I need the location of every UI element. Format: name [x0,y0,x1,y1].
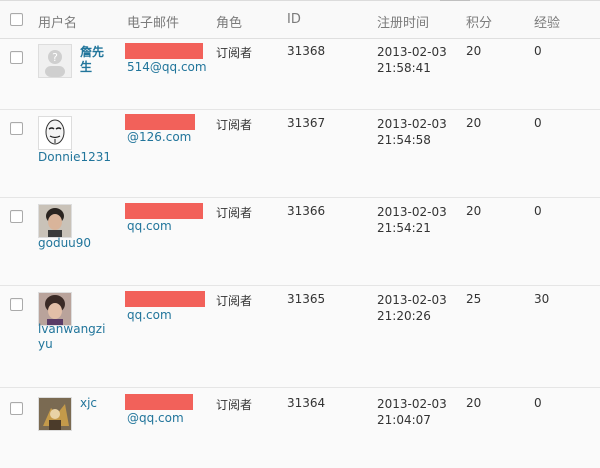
photo-avatar-icon[interactable] [38,204,72,238]
username-link[interactable]: 詹先生 [80,45,106,75]
id-cell: 31364 [287,396,326,410]
registered-cell: 2013-02-03 21:54:21 [377,204,447,236]
registered-date: 2013-02-03 [377,117,447,131]
default-avatar-icon[interactable]: ? [38,44,72,78]
registered-time: 21:54:58 [377,133,431,147]
header-role: 角色 [216,16,243,31]
points-cell: 20 [466,116,482,130]
experience-cell: 30 [534,292,550,306]
id-cell: 31366 [287,204,326,218]
users-table: 用户名 电子邮件 角色 ID 注册时间 积分 经验 ? 詹先生 514@qq.c… [0,0,600,468]
header-experience[interactable]: 经验 [534,12,560,31]
experience-cell: 0 [534,44,542,58]
role-cell: 订阅者 [216,398,253,412]
photo-avatar-icon[interactable] [38,292,72,326]
registered-time: 21:04:07 [377,413,431,427]
registered-date: 2013-02-03 [377,397,447,411]
row-checkbox[interactable] [10,402,23,415]
table-row: goduu90 qq.com 订阅者 31366 2013-02-03 21:5… [0,198,600,286]
email-link[interactable]: 514@qq.com [127,60,207,74]
registered-cell: 2013-02-03 21:54:58 [377,116,447,148]
table-row: lvanwangziyu qq.com 订阅者 31365 2013-02-03… [0,286,600,388]
username-link[interactable]: Donnie1231 [38,150,111,165]
redacted-email-block [125,203,203,219]
redacted-email-block [125,114,195,130]
username-link[interactable]: xjc [80,396,97,411]
header-username[interactable]: 用户名 [38,12,77,31]
id-cell: 31365 [287,292,326,306]
role-cell: 订阅者 [216,46,253,60]
header-id[interactable]: ID [287,12,301,27]
mask-avatar-icon[interactable] [38,116,72,150]
row-checkbox[interactable] [10,298,23,311]
registered-date: 2013-02-03 [377,205,447,219]
registered-cell: 2013-02-03 21:20:26 [377,292,447,324]
registered-date: 2013-02-03 [377,293,447,307]
header-registered[interactable]: 注册时间 [377,12,429,31]
email-link[interactable]: @126.com [127,130,191,144]
registered-time: 21:58:41 [377,61,431,75]
game-avatar-icon[interactable] [38,397,72,431]
table-row: ? 詹先生 514@qq.com 订阅者 31368 2013-02-03 21… [0,39,600,110]
header-points[interactable]: 积分 [466,12,492,31]
experience-cell: 0 [534,116,542,130]
email-link[interactable]: qq.com [127,219,172,233]
table-header: 用户名 电子邮件 角色 ID 注册时间 积分 经验 [0,1,600,39]
registered-date: 2013-02-03 [377,45,447,59]
row-checkbox[interactable] [10,210,23,223]
role-cell: 订阅者 [216,118,253,132]
table-row: Donnie1231 @126.com 订阅者 31367 2013-02-03… [0,110,600,198]
redacted-email-block [125,291,205,307]
select-all-checkbox[interactable] [10,13,23,26]
row-checkbox[interactable] [10,122,23,135]
experience-cell: 0 [534,204,542,218]
email-link[interactable]: @qq.com [127,411,184,425]
experience-cell: 0 [534,396,542,410]
points-cell: 20 [466,396,482,410]
role-cell: 订阅者 [216,206,253,220]
id-cell: 31367 [287,116,326,130]
registered-cell: 2013-02-03 21:58:41 [377,44,447,76]
table-row: xjc @qq.com 订阅者 31364 2013-02-03 21:04:0… [0,388,600,468]
points-cell: 20 [466,204,482,218]
username-link[interactable]: lvanwangziyu [38,322,112,352]
username-link[interactable]: goduu90 [38,236,91,251]
header-email[interactable]: 电子邮件 [127,12,179,31]
svg-text:?: ? [52,51,58,64]
points-cell: 25 [466,292,482,306]
redacted-email-block [125,394,193,410]
role-cell: 订阅者 [216,294,253,308]
email-link[interactable]: qq.com [127,308,172,322]
registered-time: 21:20:26 [377,309,431,323]
row-checkbox[interactable] [10,51,23,64]
id-cell: 31368 [287,44,326,58]
registered-time: 21:54:21 [377,221,431,235]
registered-cell: 2013-02-03 21:04:07 [377,396,447,428]
redacted-email-block [125,43,203,59]
points-cell: 20 [466,44,482,58]
